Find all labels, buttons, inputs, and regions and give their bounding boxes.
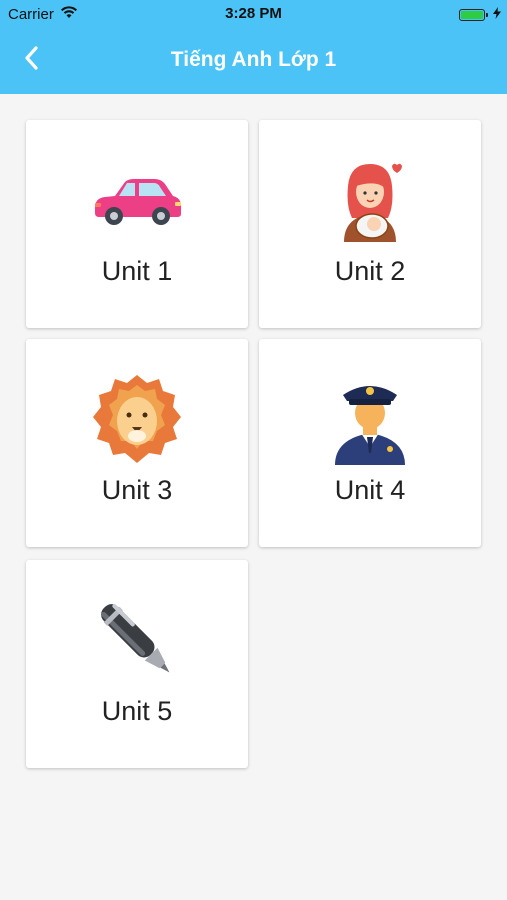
unit-card-3[interactable]: Unit 3 bbox=[26, 339, 248, 547]
lion-icon bbox=[87, 369, 187, 469]
battery-group bbox=[459, 6, 501, 23]
unit-label: Unit 1 bbox=[101, 256, 173, 286]
pen-icon bbox=[87, 590, 187, 690]
unit-card-1[interactable]: Unit 1 bbox=[26, 120, 248, 328]
car-icon bbox=[87, 150, 187, 250]
unit-label: Unit 4 bbox=[334, 475, 406, 505]
status-time: 3:28 PM bbox=[225, 5, 282, 22]
battery-icon bbox=[459, 8, 488, 21]
status-bar: Carrier 3:28 PM bbox=[0, 0, 507, 26]
battery-fill bbox=[461, 10, 483, 19]
unit-card-2[interactable]: Unit 2 bbox=[259, 120, 481, 328]
police-officer-icon bbox=[320, 369, 420, 469]
unit-label: Unit 5 bbox=[101, 696, 173, 726]
page-title: Tiếng Anh Lớp 1 bbox=[170, 48, 337, 71]
unit-card-4[interactable]: Unit 4 bbox=[259, 339, 481, 547]
mother-baby-icon bbox=[320, 150, 420, 250]
charging-bolt-icon bbox=[493, 6, 501, 23]
unit-card-5[interactable]: Unit 5 bbox=[26, 560, 248, 768]
unit-label: Unit 3 bbox=[101, 475, 173, 505]
app-bar: Tiếng Anh Lớp 1 bbox=[0, 26, 507, 94]
unit-label: Unit 2 bbox=[334, 256, 406, 286]
